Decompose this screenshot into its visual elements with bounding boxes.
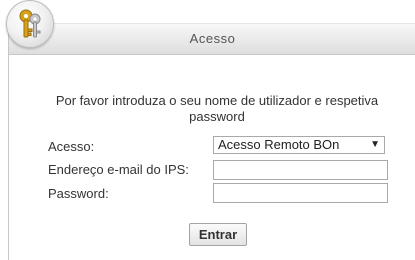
password-label: Password: [48,186,109,201]
email-label: Endereço e-mail do IPS: [48,162,189,177]
panel-header: Acesso [9,23,415,55]
access-selected-value: Acesso Remoto BOn [218,137,340,152]
access-label: Acesso: [48,139,95,154]
access-select[interactable]: Acesso Remoto BOn ▼ [213,136,385,154]
password-field[interactable] [213,183,388,203]
keys-icon [6,0,54,48]
chevron-down-icon: ▼ [370,139,380,150]
panel-title: Acesso [189,31,236,46]
submit-button[interactable]: Entrar [189,223,247,246]
email-field[interactable] [213,160,388,180]
intro-text: Por favor introduza o seu nome de utiliz… [55,93,379,124]
